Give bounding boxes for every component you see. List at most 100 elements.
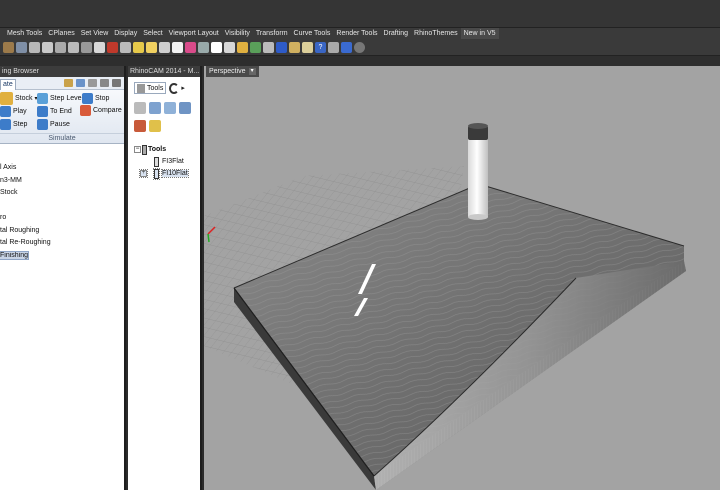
stock-button[interactable]: Stock ▾	[0, 92, 38, 105]
settings-dropdown-icon[interactable]	[76, 79, 85, 87]
y-axis-icon	[207, 233, 210, 243]
copy-tool-icon[interactable]	[164, 102, 176, 114]
tree-item-zero[interactable]: ro	[0, 212, 124, 225]
stop-button[interactable]: Stop	[82, 93, 109, 104]
grid-icon[interactable]	[328, 41, 339, 53]
play-button[interactable]: Play	[0, 106, 27, 117]
zoom-extents-icon[interactable]	[55, 41, 66, 53]
undo-view-icon[interactable]	[81, 41, 92, 53]
viewport-menu-caret-icon[interactable]: ▾	[248, 68, 256, 75]
gear-icon[interactable]	[100, 79, 109, 87]
pan-hand-icon[interactable]	[3, 41, 14, 53]
environment-icon[interactable]	[250, 41, 261, 53]
tools-icon-row-2	[128, 117, 200, 135]
panel-header-band	[0, 56, 720, 66]
square-icon[interactable]	[341, 41, 352, 53]
tree-item-axis[interactable]: l Axis	[0, 162, 124, 175]
tree-item-roughing[interactable]: tal Roughing	[0, 225, 124, 238]
viewport-4-icon[interactable]	[94, 41, 105, 53]
tree-item-re-roughing[interactable]: tal Re-Roughing	[0, 237, 124, 250]
help-icon[interactable]: ?	[315, 41, 326, 53]
camera-icon[interactable]	[120, 41, 131, 53]
edit-tool-icon[interactable]	[149, 102, 161, 114]
flat-tool-icon	[154, 157, 159, 167]
compare-button[interactable]: Compare	[80, 105, 122, 116]
to-end-button[interactable]: To End	[37, 106, 72, 117]
simulate-group-label: Simulate	[0, 133, 124, 143]
tools-tree: − Tools FI3Flat + FI10Flat	[134, 144, 200, 180]
delete-tool-icon[interactable]	[134, 120, 146, 132]
flat-tool-icon	[153, 168, 160, 180]
tab-drafting[interactable]: Drafting	[381, 28, 412, 39]
collapse-icon[interactable]: −	[134, 146, 141, 153]
chevron-down-icon[interactable]	[112, 79, 121, 87]
machining-browser-title: ing Browser	[0, 66, 124, 77]
pick-points-icon[interactable]	[185, 41, 196, 53]
tab-select[interactable]: Select	[140, 28, 165, 39]
tool-item-fi10flat[interactable]: + FI10Flat	[134, 168, 200, 180]
shaded-sphere-icon[interactable]	[211, 41, 222, 53]
home-icon[interactable]	[64, 79, 73, 87]
wrench-icon[interactable]	[88, 79, 97, 87]
tree-item-finishing[interactable]: Finishing	[0, 250, 124, 263]
clock-icon[interactable]	[354, 41, 365, 53]
simulate-ribbon: Stock ▾ Step Levels Stop Play To End	[0, 90, 124, 144]
light-icon[interactable]	[146, 41, 157, 53]
toolbar-tab-bar: Mesh Tools CPlanes Set View Display Sele…	[0, 28, 720, 39]
to-end-icon	[37, 106, 48, 117]
refresh-icon[interactable]	[169, 82, 180, 94]
zoom-window-icon[interactable]	[42, 41, 53, 53]
tree-item-material[interactable]: n3-MM	[0, 175, 124, 188]
tool-settings-icon[interactable]	[149, 120, 161, 132]
zoom-icon[interactable]	[29, 41, 40, 53]
tab-new-in-v5[interactable]: New in V5	[460, 28, 499, 39]
rendered-sphere-icon[interactable]	[224, 41, 235, 53]
cplane-icon[interactable]	[159, 41, 170, 53]
tab-viewport-layout[interactable]: Viewport Layout	[166, 28, 222, 39]
machining-browser-toolbar: ate	[0, 77, 124, 90]
material-sphere-icon[interactable]	[237, 41, 248, 53]
tab-set-view[interactable]: Set View	[78, 28, 112, 39]
machining-browser-panel: ing Browser ate Stock ▾ Step Levels Stop	[0, 66, 126, 490]
tool-item-fi3flat[interactable]: FI3Flat	[134, 156, 200, 168]
blue-sphere-icon[interactable]	[276, 41, 287, 53]
tab-curve-tools[interactable]: Curve Tools	[291, 28, 334, 39]
properties-icon[interactable]	[302, 41, 313, 53]
sun-icon[interactable]	[289, 41, 300, 53]
pause-button[interactable]: Pause	[37, 119, 70, 130]
tab-simulate[interactable]: ate	[0, 78, 16, 90]
pause-icon	[37, 119, 48, 130]
tab-tools[interactable]: Tools	[134, 82, 167, 94]
layer-icon[interactable]	[198, 41, 209, 53]
rhino-application: Mesh Tools CPlanes Set View Display Sele…	[0, 0, 720, 490]
light-bulb-icon[interactable]	[133, 41, 144, 53]
tab-display[interactable]: Display	[111, 28, 140, 39]
perspective-viewport[interactable]: Perspective ▾	[204, 66, 720, 490]
bulb-off-icon[interactable]	[172, 41, 183, 53]
tab-cplanes[interactable]: CPlanes	[45, 28, 77, 39]
named-view-icon[interactable]	[107, 41, 118, 53]
add-tool-icon[interactable]	[134, 102, 146, 114]
stock-cube-icon	[0, 92, 13, 105]
tool-library-icon[interactable]	[179, 102, 191, 114]
viewport-title[interactable]: Perspective ▾	[206, 66, 259, 77]
step-button[interactable]: Step	[0, 119, 27, 130]
cutting-tool-shank	[468, 133, 488, 217]
tab-transform[interactable]: Transform	[253, 28, 291, 39]
scene-canvas[interactable]	[204, 66, 720, 490]
tab-mesh-tools[interactable]: Mesh Tools	[4, 28, 45, 39]
step-levels-button[interactable]: Step Levels	[37, 93, 87, 104]
tools-tree-root[interactable]: − Tools	[134, 144, 200, 156]
rotate-view-icon[interactable]	[16, 41, 27, 53]
zoom-selected-icon[interactable]	[68, 41, 79, 53]
expand-icon[interactable]: +	[139, 169, 148, 178]
chevron-right-icon[interactable]: ▸	[181, 84, 185, 92]
wireframe-sphere-icon[interactable]	[263, 41, 274, 53]
tab-visibility[interactable]: Visibility	[222, 28, 253, 39]
tab-render-tools[interactable]: Render Tools	[333, 28, 380, 39]
command-icon-toolbar: ?	[0, 39, 720, 56]
operations-tree: l Axis n3-MM Stock ro tal Roughing tal R…	[0, 162, 124, 262]
tool-tab-icon	[137, 83, 145, 93]
tree-item-stock[interactable]: Stock	[0, 187, 124, 200]
tab-rhinothemes[interactable]: RhinoThemes	[411, 28, 461, 39]
